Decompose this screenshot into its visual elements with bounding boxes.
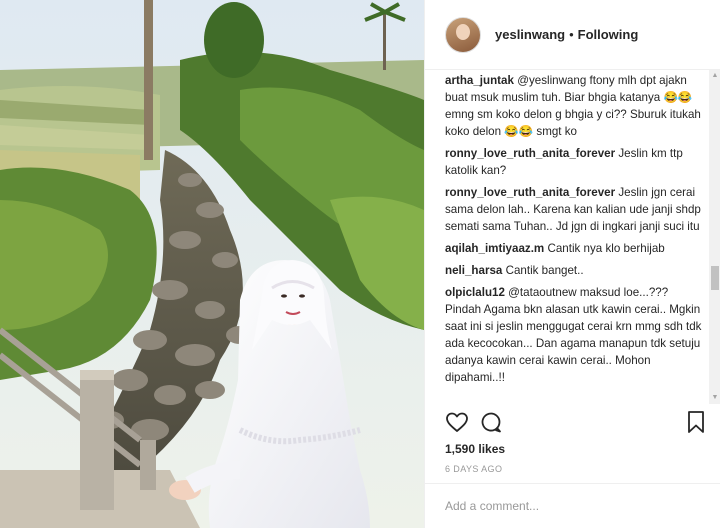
comment-item: ronny_love_ruth_anita_forever Jeslin jgn…: [445, 184, 707, 235]
avatar[interactable]: [445, 16, 481, 53]
comment-username[interactable]: ronny_love_ruth_anita_forever: [445, 186, 615, 199]
post-actions: [445, 410, 707, 438]
comment-username[interactable]: ronny_love_ruth_anita_forever: [445, 147, 615, 160]
comments-list[interactable]: artha_juntak @yeslinwang ftony mlh dpt a…: [445, 70, 707, 404]
comment-text: @tataoutnew maksud loe...??? Pindah Agam…: [445, 286, 702, 384]
speech-bubble-icon[interactable]: [479, 410, 503, 439]
comment-username[interactable]: olpiclalu12: [445, 286, 505, 299]
comment-item: artha_juntak @yeslinwang ftony mlh dpt a…: [445, 72, 707, 140]
add-comment-input[interactable]: Add a comment...: [445, 499, 539, 513]
divider: [425, 483, 720, 484]
post-side-panel: yeslinwang • Following artha_juntak @yes…: [424, 0, 720, 528]
comment-item: aqilah_imtiyaaz.m Cantik nya klo berhija…: [445, 240, 707, 257]
comment-text: Cantik nya klo berhijab: [547, 242, 665, 255]
comment-item: olpiclalu12 @tataoutnew maksud loe...???…: [445, 284, 707, 386]
comment-text: Cantik banget..: [505, 264, 584, 277]
heart-icon[interactable]: [445, 410, 469, 439]
likes-count[interactable]: 1,590 likes: [445, 442, 505, 456]
bookmark-icon[interactable]: [685, 410, 707, 439]
comment-item: neli_harsa Cantik banget..: [445, 262, 707, 279]
username-link[interactable]: yeslinwang: [495, 27, 565, 42]
instagram-post-window: yeslinwang • Following artha_juntak @yes…: [0, 0, 720, 528]
comments-scrollbar[interactable]: ▲ ▼: [709, 70, 720, 404]
post-photo-illustration: [0, 0, 424, 528]
comment-item: ronny_love_ruth_anita_forever Jeslin km …: [445, 145, 707, 179]
following-button[interactable]: Following: [578, 27, 639, 42]
post-header: yeslinwang • Following: [425, 0, 720, 70]
comment-username[interactable]: aqilah_imtiyaaz.m: [445, 242, 544, 255]
comment-username[interactable]: artha_juntak: [445, 74, 514, 87]
comment-username[interactable]: neli_harsa: [445, 264, 502, 277]
scroll-up-arrow-icon[interactable]: ▲: [709, 70, 720, 82]
scroll-down-arrow-icon[interactable]: ▼: [709, 392, 720, 404]
post-timestamp: 6 DAYS AGO: [445, 464, 503, 474]
post-photo[interactable]: [0, 0, 424, 528]
scrollbar-thumb[interactable]: [711, 266, 719, 290]
header-separator: •: [569, 27, 574, 42]
